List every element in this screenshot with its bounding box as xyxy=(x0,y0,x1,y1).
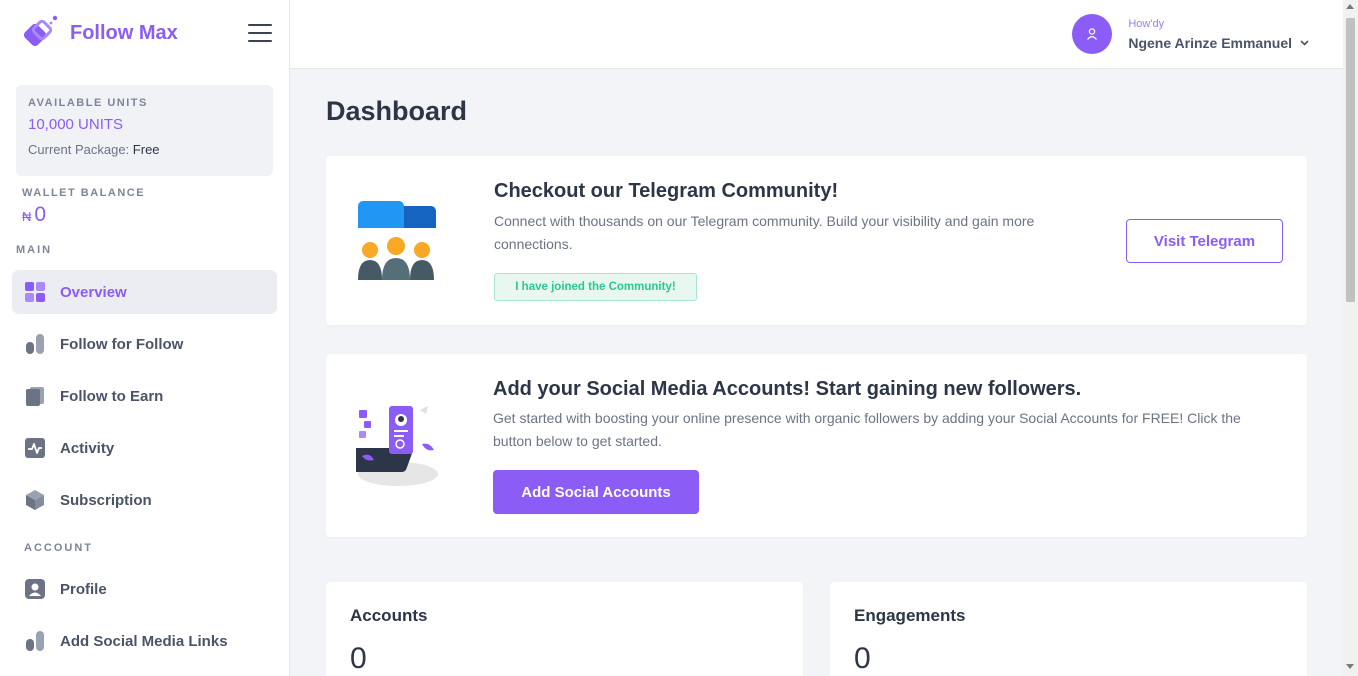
user-greeting: How'dy xyxy=(1128,17,1165,30)
sidebar-item-follow-to-earn[interactable]: Follow to Earn xyxy=(12,374,277,418)
user-name-text: Ngene Arinze Emmanuel xyxy=(1128,34,1292,51)
package-prefix: Current Package: xyxy=(28,142,130,157)
sidebar-item-label: Activity xyxy=(60,439,115,457)
accounts-stat-card: Accounts 0 xyxy=(326,582,803,676)
sidebar-item-label: Add Social Media Links xyxy=(60,632,228,650)
social-accounts-card: Add your Social Media Accounts! Start ga… xyxy=(326,354,1307,537)
wallet-label: WALLET BALANCE xyxy=(22,187,146,199)
cards-icon xyxy=(24,385,46,407)
avatar[interactable] xyxy=(1072,14,1113,54)
stat-title: Engagements xyxy=(854,606,966,625)
topbar: How'dy Ngene Arinze Emmanuel xyxy=(290,0,1343,69)
user-square-icon xyxy=(24,578,46,600)
scroll-down-arrow-icon[interactable] xyxy=(1346,664,1354,669)
stat-value: 0 xyxy=(350,642,367,675)
package-value: Free xyxy=(132,142,160,157)
telegram-title: Checkout our Telegram Community! xyxy=(494,180,839,202)
sidebar-item-overview[interactable]: Overview xyxy=(12,270,277,314)
wallet-balance: ₦ 0 xyxy=(22,203,46,227)
telegram-card: Checkout our Telegram Community! Connect… xyxy=(326,156,1307,325)
sidebar-item-activity[interactable]: Activity xyxy=(12,426,277,470)
visit-telegram-button[interactable]: Visit Telegram xyxy=(1126,219,1283,263)
stat-title: Accounts xyxy=(350,606,428,625)
bar-chart-icon xyxy=(24,333,46,355)
units-label: AVAILABLE UNITS xyxy=(28,97,148,109)
telegram-description: Connect with thousands on our Telegram c… xyxy=(494,213,1035,252)
follow-max-logo-icon xyxy=(23,15,58,47)
wallet-amount: 0 xyxy=(34,203,47,226)
section-main-label: MAIN xyxy=(16,244,53,256)
units-card: AVAILABLE UNITS 10,000 UNITS Current Pac… xyxy=(16,85,273,176)
section-account-label: ACCOUNT xyxy=(24,542,93,554)
scrollbar-thumb[interactable] xyxy=(1346,18,1355,302)
engagements-stat-card: Engagements 0 xyxy=(830,582,1307,676)
sidebar-item-label: Follow to Earn xyxy=(60,387,164,405)
sidebar-item-add-social-media-links[interactable]: Add Social Media Links xyxy=(12,619,277,663)
scroll-up-arrow-icon[interactable] xyxy=(1346,4,1354,9)
activity-icon xyxy=(24,437,46,459)
sidebar: Follow Max AVAILABLE UNITS 10,000 UNITS … xyxy=(0,0,290,676)
sidebar-item-subscription[interactable]: Subscription xyxy=(12,478,277,522)
stat-value: 0 xyxy=(854,642,871,675)
sidebar-item-label: Profile xyxy=(60,580,107,598)
joined-community-badge[interactable]: I have joined the Community! xyxy=(494,273,697,301)
brand[interactable]: Follow Max xyxy=(22,14,178,52)
social-accounts-description: Get started with boosting your online pr… xyxy=(493,410,1241,449)
menu-toggle-icon[interactable] xyxy=(248,24,272,42)
brand-name: Follow Max xyxy=(70,21,178,44)
page-scrollbar[interactable] xyxy=(1343,0,1358,676)
sidebar-item-follow-for-follow[interactable]: Follow for Follow xyxy=(12,322,277,366)
sidebar-item-label: Follow for Follow xyxy=(60,335,184,353)
sidebar-item-label: Overview xyxy=(60,283,127,301)
units-value: 10,000 UNITS xyxy=(28,116,124,133)
community-chat-illustration-icon xyxy=(358,201,436,280)
user-name[interactable]: Ngene Arinze Emmanuel xyxy=(1128,35,1309,51)
user-menu[interactable]: How'dy Ngene Arinze Emmanuel xyxy=(1072,14,1309,54)
current-package: Current Package: Free xyxy=(28,142,261,157)
bar-chart-icon xyxy=(24,630,46,652)
grid-icon xyxy=(24,281,46,303)
user-info: How'dy Ngene Arinze Emmanuel xyxy=(1128,18,1309,51)
social-profile-illustration-icon xyxy=(356,406,438,486)
user-icon xyxy=(1087,28,1098,40)
social-accounts-title: Add your Social Media Accounts! Start ga… xyxy=(493,378,1082,400)
chevron-down-icon xyxy=(1300,39,1309,46)
box-icon xyxy=(24,489,46,511)
add-social-accounts-button[interactable]: Add Social Accounts xyxy=(493,470,699,514)
page-title: Dashboard xyxy=(326,96,468,126)
sidebar-item-profile[interactable]: Profile xyxy=(12,567,277,611)
currency-symbol: ₦ xyxy=(22,209,32,224)
sidebar-item-label: Subscription xyxy=(60,491,152,509)
